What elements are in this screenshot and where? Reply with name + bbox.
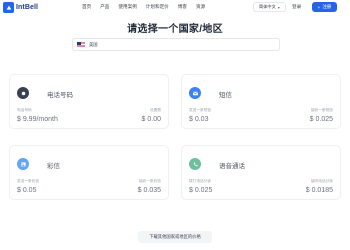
page-title: 请选择一个国家/地区 — [127, 24, 223, 35]
main-nav: 首页 产品 使用案例 计划和定价 博客 资源 — [82, 4, 214, 10]
card-title: 彩信 — [47, 163, 60, 170]
logo[interactable]: IntBell — [3, 2, 38, 13]
download-prices-button[interactable]: 下载其他国家或地区的价格 — [138, 231, 212, 243]
nav-item-home[interactable]: 首页 — [82, 4, 91, 10]
card-left-label: 拨打电话分钟 — [189, 179, 212, 183]
card-left-label: 发送一条彩信 — [17, 179, 40, 183]
card-right-value: $ 0.0185 — [305, 187, 333, 194]
card-right-label: 设置费 — [149, 108, 161, 112]
card-right-label: 接听电话分钟 — [310, 179, 333, 183]
mail-icon — [189, 87, 201, 99]
card-right-value: $ 0.00 — [141, 116, 161, 123]
country-name: 美国 — [89, 41, 98, 47]
language-select[interactable]: 简体中文 ▾ — [253, 2, 286, 12]
card-right-value: $ 0.035 — [137, 187, 161, 194]
card-left-label: 电话号码 — [17, 108, 32, 112]
card-left-label: 发送一条短信 — [189, 108, 212, 112]
signup-button[interactable]: + 注册 — [312, 2, 337, 12]
card-left-value: $ 9.99/month — [17, 116, 58, 123]
login-link[interactable]: 登录 — [292, 4, 301, 10]
signup-label: 注册 — [322, 4, 332, 9]
card-right-label: 接收一条彩信 — [138, 179, 161, 183]
mms-card: 彩信 发送一条彩信 接收一条彩信 $ 0.05 $ 0.035 — [9, 145, 169, 200]
plus-icon: + — [317, 4, 321, 10]
top-navigation-bar: IntBell 首页 产品 使用案例 计划和定价 博客 资源 简体中文 ▾ 登录… — [0, 0, 350, 15]
voice-call-card: 语音通话 拨打电话分钟 接听电话分钟 $ 0.025 $ 0.0185 — [181, 145, 341, 200]
card-left-value: $ 0.03 — [189, 116, 209, 123]
language-label: 简体中文 — [259, 4, 276, 9]
nav-item-use-cases[interactable]: 使用案例 — [118, 4, 136, 10]
card-right-label: 接收一条短信 — [310, 108, 333, 112]
nav-item-resources[interactable]: 资源 — [196, 4, 205, 10]
card-title: 短信 — [219, 92, 232, 99]
card-right-value: $ 0.025 — [309, 116, 333, 123]
us-flag-icon — [77, 41, 85, 48]
nav-item-products[interactable]: 产品 — [100, 4, 109, 10]
card-title: 语音通话 — [219, 163, 245, 170]
image-icon — [17, 158, 29, 170]
card-left-value: $ 0.025 — [189, 187, 213, 194]
chevron-down-icon: ▾ — [277, 4, 280, 10]
phone-icon — [17, 87, 29, 99]
nav-item-blog[interactable]: 博客 — [178, 4, 187, 10]
sms-card: 短信 发送一条短信 接收一条短信 $ 0.03 $ 0.025 — [181, 74, 341, 129]
call-icon — [189, 158, 201, 170]
logo-icon — [3, 2, 14, 13]
phone-number-card: 电话号码 电话号码 设置费 $ 9.99/month $ 0.00 — [9, 74, 169, 129]
card-left-value: $ 0.05 — [17, 187, 37, 194]
logo-text: IntBell — [16, 4, 39, 11]
card-title: 电话号码 — [47, 92, 73, 99]
country-select[interactable]: 美国 — [72, 38, 280, 51]
nav-item-pricing[interactable]: 计划和定价 — [146, 4, 169, 10]
